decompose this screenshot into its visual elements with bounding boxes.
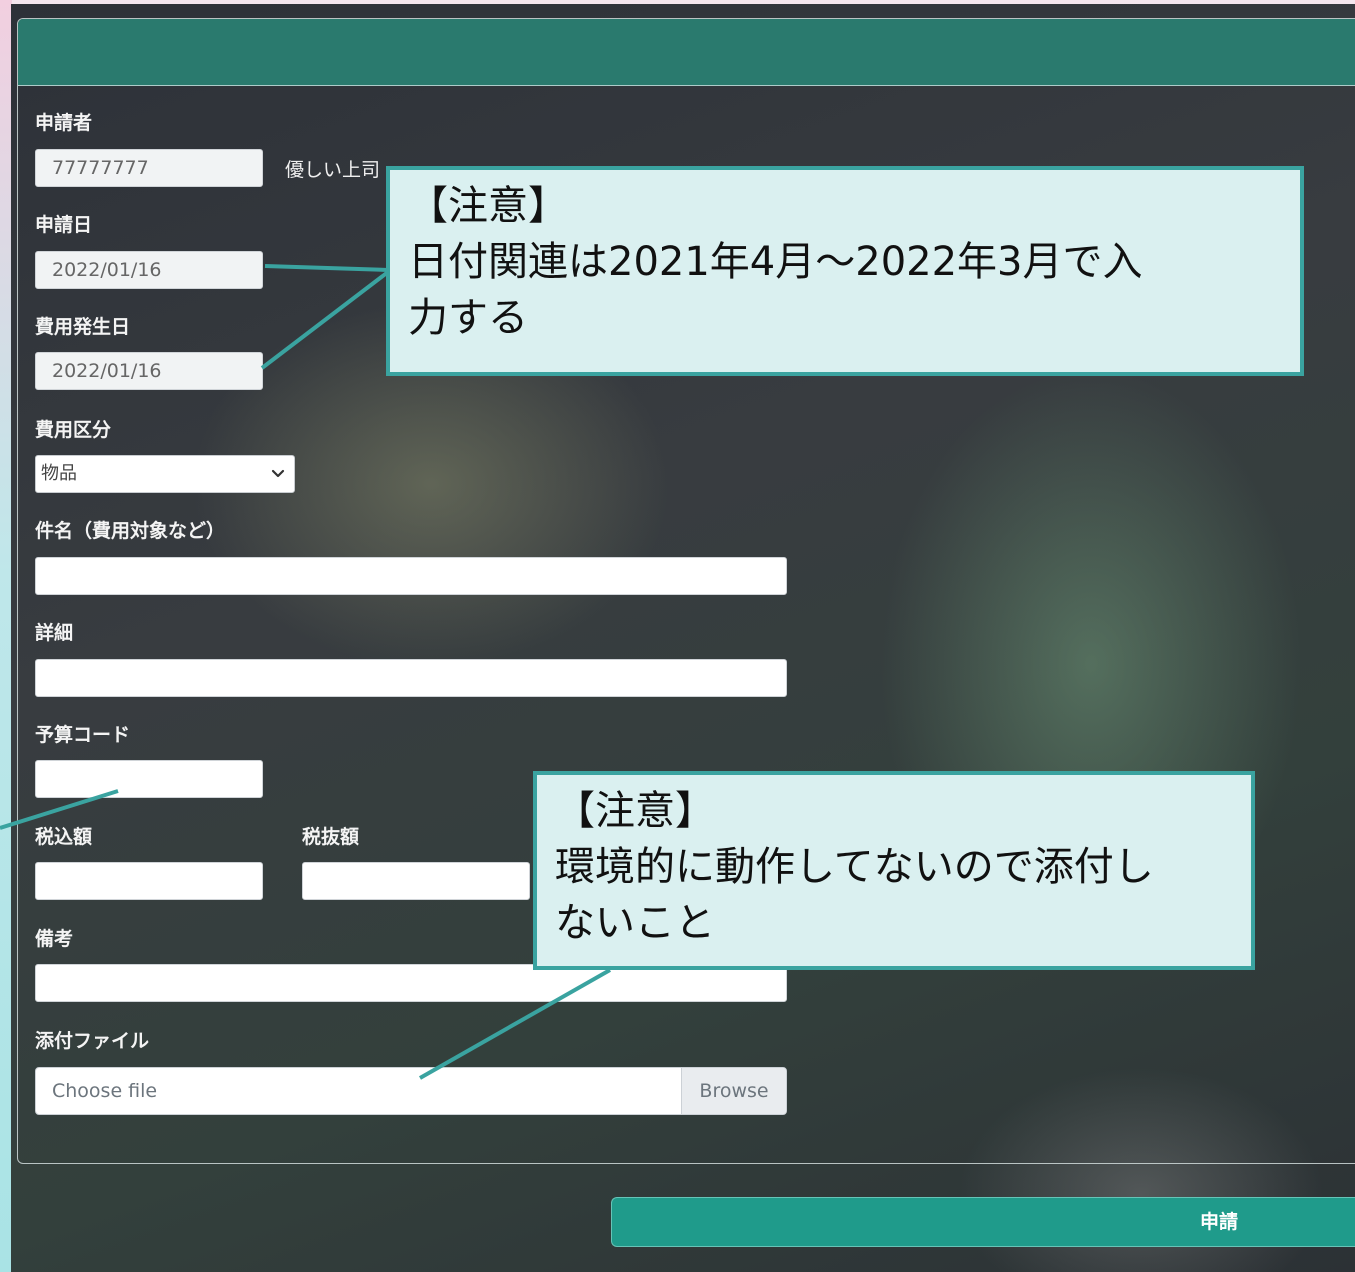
date-note-line2: 力する xyxy=(408,295,528,341)
expense-category-selected: 物品 xyxy=(41,463,77,484)
attachment-note: 【注意】 環境的に動作してないので添付し ないこと xyxy=(533,771,1255,970)
browse-button[interactable]: Browse xyxy=(681,1068,786,1114)
attachment-note-line2: ないこと xyxy=(555,900,715,946)
attachment-note-line1: 環境的に動作してないので添付し xyxy=(555,844,1154,890)
application-date-label: 申請日 xyxy=(35,214,93,236)
applicant-id-field: 77777777 xyxy=(35,149,263,187)
remarks-label: 備考 xyxy=(35,928,74,950)
tax-included-label: 税込額 xyxy=(35,826,93,848)
expense-date-field[interactable]: 2022/01/16 xyxy=(35,352,263,390)
details-label: 詳細 xyxy=(35,622,74,644)
budget-code-label: 予算コード xyxy=(35,724,131,746)
tax-excluded-label: 税抜額 xyxy=(302,826,360,848)
applicant-label: 申請者 xyxy=(35,112,93,134)
expense-category-select[interactable]: 物品 xyxy=(35,455,295,493)
details-input[interactable] xyxy=(35,659,787,697)
attachment-label: 添付ファイル xyxy=(35,1030,150,1052)
attachment-note-title: 【注意】 xyxy=(555,788,715,834)
expense-category-label: 費用区分 xyxy=(35,419,112,441)
chevron-down-icon xyxy=(271,469,285,478)
submit-button[interactable]: 申請 xyxy=(611,1197,1355,1247)
tax-excluded-input[interactable] xyxy=(302,862,530,900)
attachment-placeholder: Choose file xyxy=(52,1080,158,1102)
date-range-note: 【注意】 日付関連は2021年4月～2022年3月で入 力する xyxy=(386,166,1304,376)
subject-label: 件名（費用対象など） xyxy=(35,520,226,542)
subject-input[interactable] xyxy=(35,557,787,595)
budget-code-input[interactable] xyxy=(35,760,263,798)
attachment-file-input[interactable]: Choose file Browse xyxy=(35,1067,787,1115)
application-date-field: 2022/01/16 xyxy=(35,251,263,289)
tax-included-input[interactable] xyxy=(35,862,263,900)
applicant-name: 優しい上司 xyxy=(285,159,381,181)
expense-date-label: 費用発生日 xyxy=(35,316,131,338)
date-note-line1: 日付関連は2021年4月～2022年3月で入 xyxy=(408,239,1143,285)
date-note-title: 【注意】 xyxy=(408,183,568,229)
card-header xyxy=(18,19,1355,86)
submit-button-label: 申請 xyxy=(1200,1211,1239,1233)
